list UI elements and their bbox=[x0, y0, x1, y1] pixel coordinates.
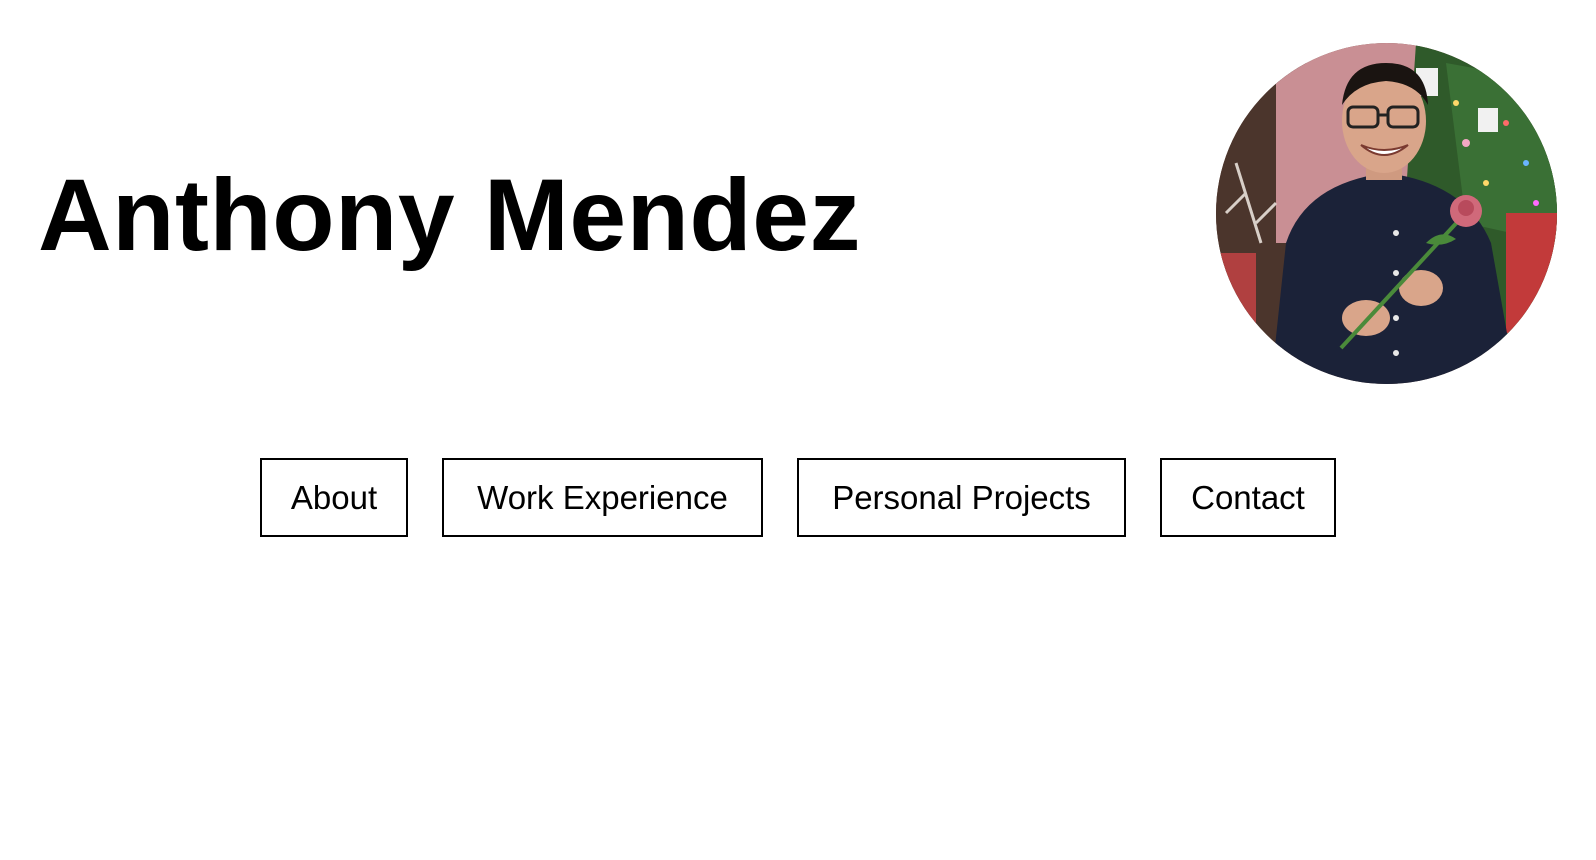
about-button[interactable]: About bbox=[260, 458, 408, 537]
contact-button[interactable]: Contact bbox=[1160, 458, 1336, 537]
personal-projects-button[interactable]: Personal Projects bbox=[797, 458, 1126, 537]
page-title: Anthony Mendez bbox=[38, 158, 861, 272]
main-nav: About Work Experience Personal Projects … bbox=[0, 458, 1596, 537]
page: Anthony Mendez About Work Experience Per… bbox=[0, 0, 1596, 860]
profile-photo bbox=[1216, 43, 1557, 384]
profile-photo-icon bbox=[1216, 43, 1557, 384]
work-experience-button[interactable]: Work Experience bbox=[442, 458, 763, 537]
